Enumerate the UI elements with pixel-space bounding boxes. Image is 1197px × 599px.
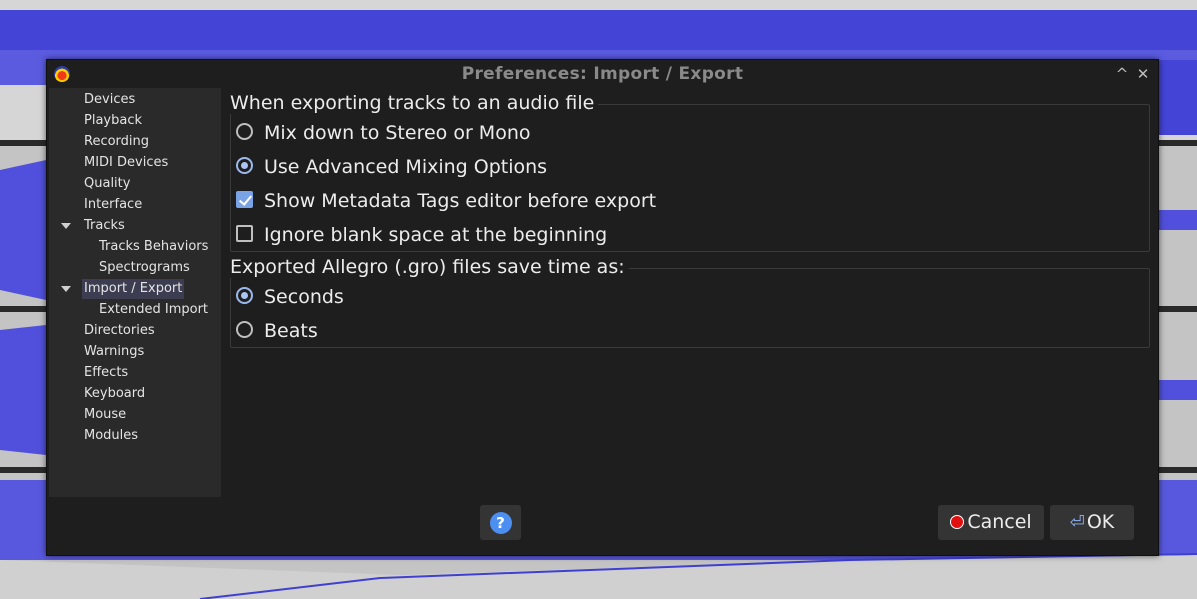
minimize-button[interactable]: ^ — [1113, 65, 1131, 83]
advanced-mixing-radio[interactable] — [236, 157, 253, 174]
ignore-blank-checkbox[interactable] — [236, 225, 253, 242]
tree-item-midi-devices[interactable]: MIDI Devices — [82, 153, 170, 173]
cancel-icon — [950, 514, 965, 529]
dialog-title: Preferences: Import / Export — [461, 64, 744, 84]
allegro-group-title: Exported Allegro (.gro) files save time … — [230, 256, 629, 278]
export-group-title: When exporting tracks to an audio file — [230, 92, 599, 114]
close-button[interactable]: ✕ — [1134, 65, 1152, 83]
ok-button[interactable]: ⏎ OK — [1050, 505, 1134, 540]
title-bar[interactable]: Preferences: Import / Export ^ ✕ — [47, 60, 1158, 88]
expand-arrow-icon[interactable] — [61, 223, 71, 229]
beats-label: Beats — [264, 320, 318, 342]
tree-item-import-export[interactable]: Import / Export — [82, 279, 185, 299]
ignore-blank-label: Ignore blank space at the beginning — [264, 224, 608, 246]
tree-item-mouse[interactable]: Mouse — [82, 405, 128, 425]
preferences-category-tree[interactable]: Devices Playback Recording MIDI Devices … — [49, 88, 221, 497]
help-icon: ? — [489, 512, 512, 534]
ok-label: OK — [1086, 511, 1115, 533]
cancel-label: Cancel — [967, 511, 1032, 533]
tree-item-keyboard[interactable]: Keyboard — [82, 384, 147, 404]
tree-item-quality[interactable]: Quality — [82, 174, 132, 194]
seconds-radio[interactable] — [236, 287, 253, 304]
beats-radio[interactable] — [236, 321, 253, 338]
enter-icon: ⏎ — [1069, 512, 1085, 533]
tree-item-effects[interactable]: Effects — [82, 363, 130, 383]
tree-item-tracks-behaviors[interactable]: Tracks Behaviors — [97, 237, 210, 257]
seconds-label: Seconds — [264, 286, 344, 308]
tree-item-warnings[interactable]: Warnings — [82, 342, 146, 362]
cancel-button[interactable]: Cancel — [938, 505, 1044, 540]
tree-item-spectrograms[interactable]: Spectrograms — [97, 258, 192, 278]
allegro-options-group — [230, 268, 1150, 348]
tree-item-recording[interactable]: Recording — [82, 132, 151, 152]
help-button[interactable]: ? — [480, 505, 521, 540]
tree-item-modules[interactable]: Modules — [82, 426, 140, 446]
tree-item-devices[interactable]: Devices — [82, 90, 137, 110]
mix-down-label: Mix down to Stereo or Mono — [264, 122, 531, 144]
expand-arrow-icon[interactable] — [61, 286, 71, 292]
advanced-mixing-label: Use Advanced Mixing Options — [264, 156, 548, 178]
tree-item-tracks[interactable]: Tracks — [82, 216, 127, 236]
tree-item-directories[interactable]: Directories — [82, 321, 157, 341]
mix-down-radio[interactable] — [236, 123, 253, 140]
preferences-dialog: Preferences: Import / Export ^ ✕ Devices… — [46, 59, 1159, 556]
show-metadata-checkbox[interactable] — [236, 191, 253, 208]
show-metadata-label: Show Metadata Tags editor before export — [264, 190, 657, 212]
tree-item-interface[interactable]: Interface — [82, 195, 144, 215]
tree-item-extended-import[interactable]: Extended Import — [97, 300, 210, 320]
tree-item-playback[interactable]: Playback — [82, 111, 144, 131]
